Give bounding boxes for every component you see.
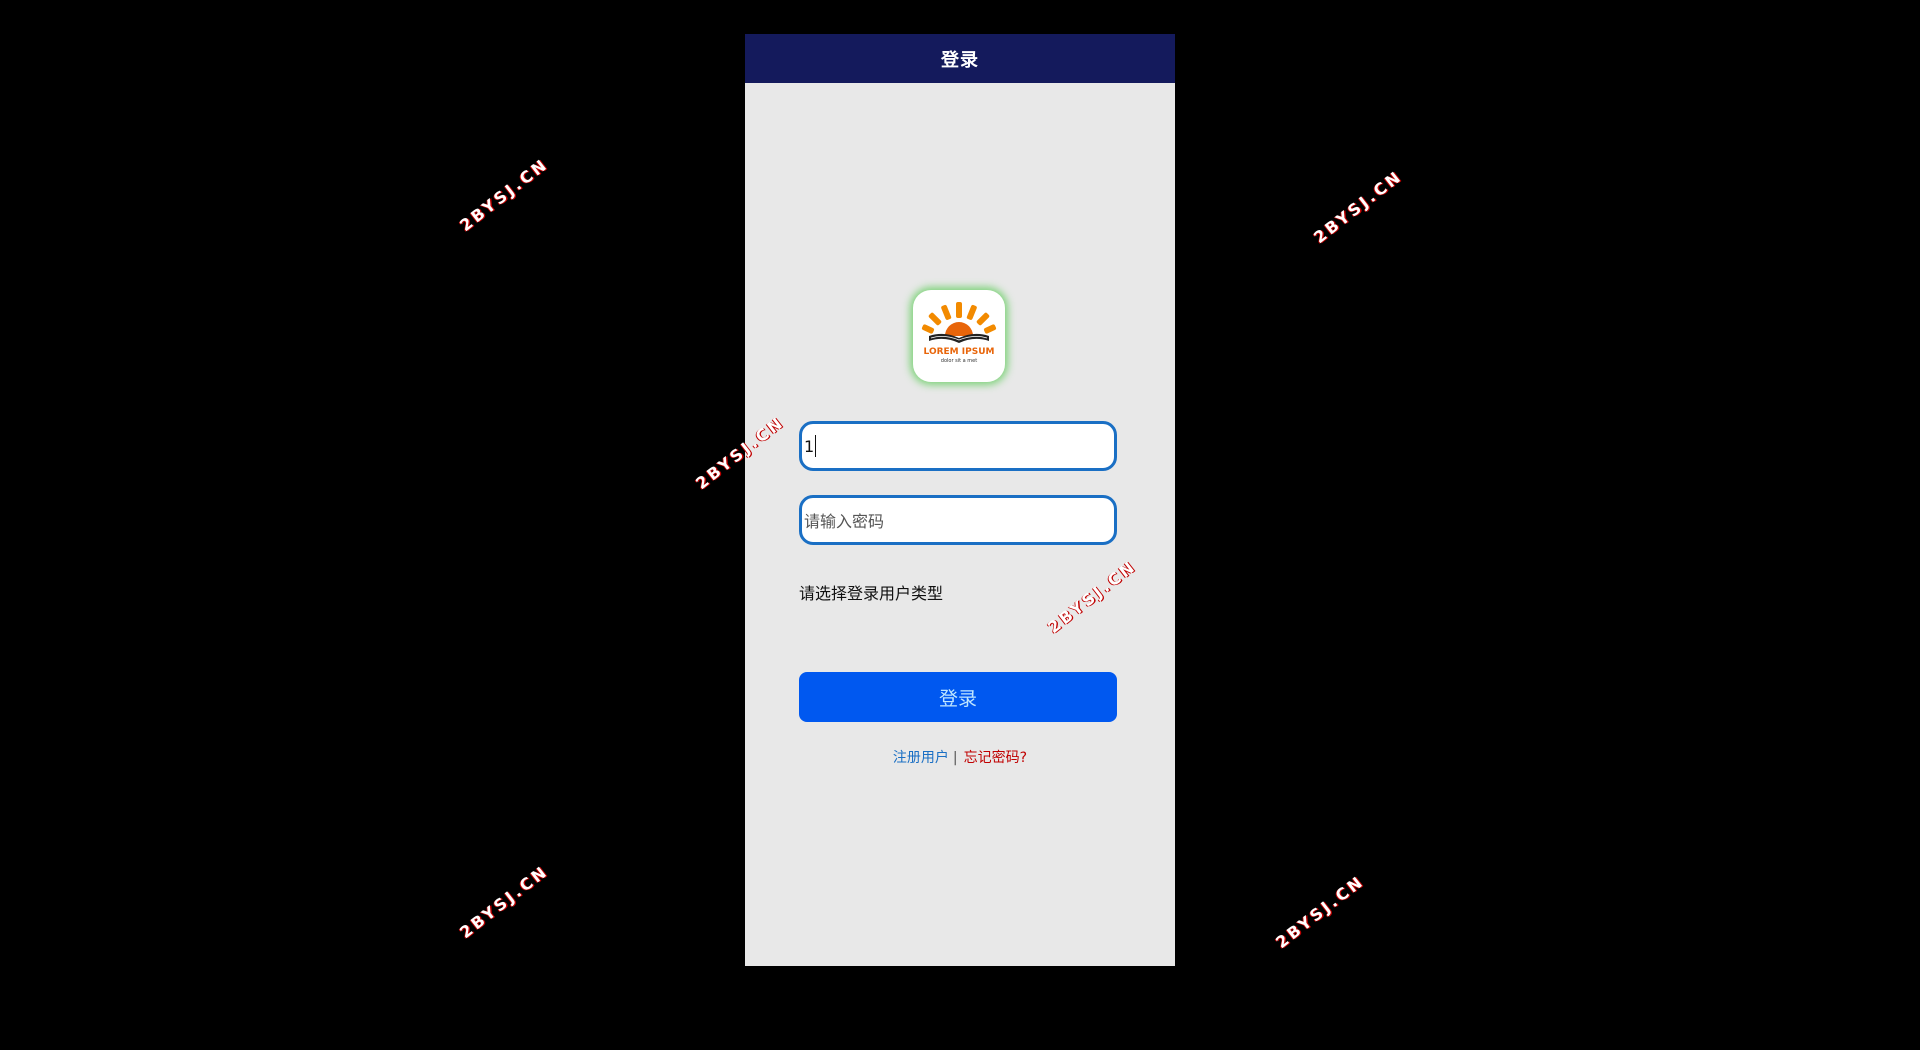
app-logo: LOREM IPSUM dolor sit a met xyxy=(913,290,1005,382)
user-type-selector[interactable]: 请选择登录用户类型 xyxy=(799,580,943,604)
watermark: 2BYSJ.CN xyxy=(456,861,552,942)
login-button[interactable]: 登录 xyxy=(799,672,1117,722)
link-separator: | xyxy=(952,750,958,766)
text-caret xyxy=(815,435,817,457)
login-page: 登录 LOREM IPSUM dolor sit a met 1 请输入密码 请… xyxy=(745,34,1175,966)
book-sun-logo-icon: LOREM IPSUM dolor sit a met xyxy=(921,302,997,364)
username-input[interactable]: 1 xyxy=(799,421,1117,471)
top-bar: 登录 xyxy=(745,34,1175,83)
watermark: 2BYSJ.CN xyxy=(1272,871,1368,952)
auth-links: 注册用户 | 忘记密码? xyxy=(745,747,1175,767)
logo-text-main: LOREM IPSUM xyxy=(924,347,995,357)
password-placeholder: 请输入密码 xyxy=(804,512,885,531)
page-title: 登录 xyxy=(941,49,979,71)
screen: 登录 LOREM IPSUM dolor sit a met 1 请输入密码 请… xyxy=(0,0,1920,1050)
password-input[interactable]: 请输入密码 xyxy=(799,495,1117,545)
watermark: 2BYSJ.CN xyxy=(456,154,552,235)
watermark: 2BYSJ.CN xyxy=(1310,166,1406,247)
username-value: 1 xyxy=(804,436,815,456)
logo-text-sub: dolor sit a met xyxy=(941,358,977,364)
forgot-password-link[interactable]: 忘记密码? xyxy=(964,750,1027,766)
register-link[interactable]: 注册用户 xyxy=(893,750,949,766)
